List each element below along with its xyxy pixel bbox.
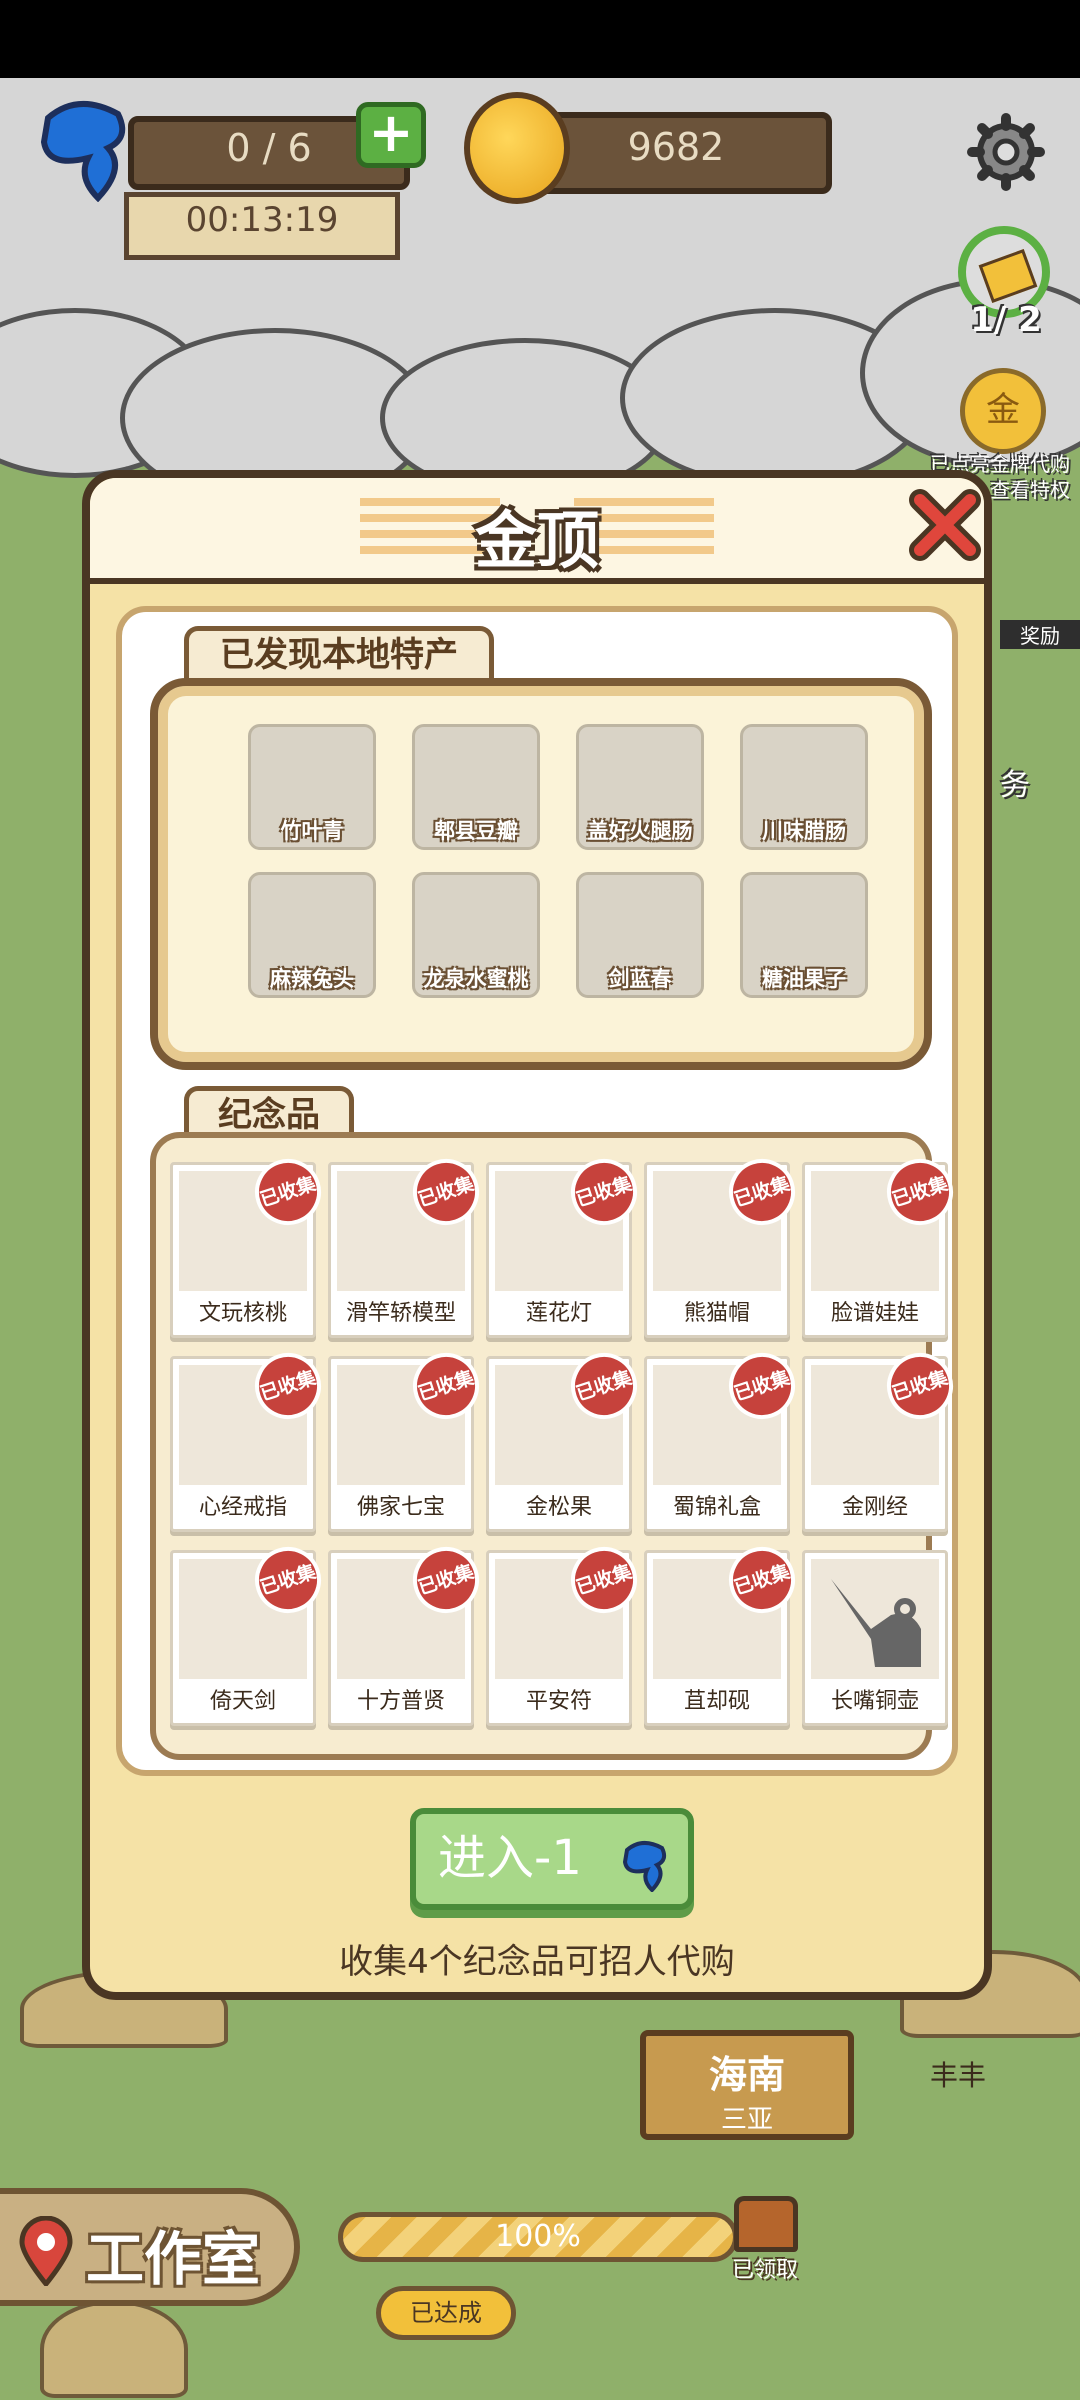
souvenir-card[interactable]: 心经戒指 已收集 [170, 1344, 330, 1532]
souvenir-label: 倚天剑 [209, 1689, 276, 1714]
sign-title: 海南 [708, 2053, 785, 2097]
souvenir-card[interactable]: 滑竿轿模型 已收集 [328, 1150, 488, 1338]
souvenir-card[interactable]: 十方普贤 已收集 [328, 1538, 488, 1726]
gold-badge-icon[interactable]: 金 [960, 368, 1046, 454]
souvenir-label: 文玩核桃 [198, 1301, 287, 1326]
souvenir-label: 十方普贤 [356, 1689, 445, 1714]
add-energy-button[interactable]: + [356, 102, 426, 168]
souvenir-label: 平安符 [525, 1689, 592, 1714]
specialty-label: 糖油果子 [762, 967, 846, 991]
souvenir-label: 滑竿轿模型 [345, 1301, 456, 1326]
sign-subtitle: 三亚 [720, 2105, 773, 2135]
gold-banner-sub: 查看特权 [990, 478, 1070, 502]
place-label: 丰丰 [930, 2059, 987, 2092]
souvenir-card[interactable]: 脸谱娃娃 已收集 [802, 1150, 962, 1338]
achieved-badge: 已达成 [376, 2286, 516, 2340]
achieved-label: 已达成 [410, 2299, 482, 2327]
specialty-item[interactable]: 川味腊肠 [740, 724, 868, 850]
specialty-item[interactable]: 郫县豆瓣 [412, 724, 540, 850]
specialty-item[interactable]: 麻辣兔头 [248, 872, 376, 998]
energy-icon [38, 98, 130, 203]
souvenir-card[interactable]: 蜀锦礼盒 已收集 [644, 1344, 804, 1532]
settings-gear-icon[interactable] [966, 112, 1046, 192]
gold-badge-label: 金 [986, 390, 1020, 430]
ticket-icon [978, 248, 1038, 304]
souvenir-card[interactable]: 佛家七宝 已收集 [328, 1344, 488, 1532]
energy-icon [622, 1832, 668, 1920]
destination-sign[interactable]: 海南 三亚 [640, 2030, 854, 2140]
ticket-count: 1/ 2 [970, 300, 1042, 340]
souvenir-label: 长嘴铜壶 [830, 1689, 919, 1714]
souvenir-card[interactable]: 平安符 已收集 [486, 1538, 646, 1726]
progress-bar: 100% [338, 2212, 738, 2262]
souvenir-label: 苴却砚 [683, 1689, 750, 1714]
souvenir-label: 蜀锦礼盒 [672, 1495, 761, 1520]
timer: 00:13:19 [124, 192, 400, 260]
specialty-label: 盖好火腿肠 [587, 819, 693, 843]
dialog-header: 金顶 [90, 478, 984, 584]
specialty-label: 郫县豆瓣 [434, 819, 518, 843]
coin-icon [464, 92, 570, 204]
claimed-label: 已领取 [732, 2258, 799, 2283]
reward-tag[interactable]: 奖励 [1000, 620, 1080, 649]
location-dialog: 金顶 已发现本地特产 竹叶青 郫县豆瓣 盖好火腿肠 川味腊肠 麻辣兔头 龙泉水蜜… [82, 470, 992, 2000]
specialty-label: 川味腊肠 [762, 819, 846, 843]
location-pin-icon [18, 2215, 74, 2290]
specialty-section-label: 已发现本地特产 [184, 626, 494, 679]
hint-text: 收集4个纪念品可招人代购 [339, 1942, 735, 1982]
plus-icon: + [368, 101, 414, 164]
content-panel: 已发现本地特产 竹叶青 郫县豆瓣 盖好火腿肠 川味腊肠 麻辣兔头 龙泉水蜜桃 剑… [116, 606, 962, 1776]
souvenir-card-locked[interactable]: 长嘴铜壶 [802, 1550, 948, 1726]
souvenir-card[interactable]: 文玩核桃 已收集 [170, 1150, 330, 1338]
souvenir-card[interactable]: 苴却砚 已收集 [644, 1538, 804, 1726]
souvenir-label: 金刚经 [841, 1495, 908, 1520]
specialty-label: 竹叶青 [280, 819, 344, 843]
souvenir-label: 莲花灯 [525, 1301, 592, 1326]
souvenir-card[interactable]: 金松果 已收集 [486, 1344, 646, 1532]
enter-button[interactable]: 进入-1 [410, 1808, 694, 1910]
souvenir-card[interactable]: 倚天剑 已收集 [170, 1538, 330, 1726]
map-area[interactable] [0, 1950, 1080, 2400]
treasure-chest-icon[interactable] [734, 2196, 798, 2252]
energy-value: 0 / 6 [226, 126, 312, 170]
task-tag[interactable]: 务 [1000, 760, 1060, 804]
enter-button-label: 进入-1 [438, 1830, 582, 1886]
souvenir-card[interactable]: 莲花灯 已收集 [486, 1150, 646, 1338]
specialty-label: 剑蓝春 [608, 967, 672, 991]
studio-button-label: 工作室 [86, 2225, 261, 2293]
souvenir-card[interactable]: 金刚经 已收集 [802, 1344, 962, 1532]
specialty-item[interactable]: 糖油果子 [740, 872, 868, 998]
specialty-label: 龙泉水蜜桃 [423, 967, 529, 991]
souvenir-label: 佛家七宝 [356, 1495, 445, 1520]
specialty-item[interactable]: 龙泉水蜜桃 [412, 872, 540, 998]
teapot-silhouette-icon [811, 1559, 939, 1679]
specialty-item[interactable]: 剑蓝春 [576, 872, 704, 998]
specialty-label: 麻辣兔头 [270, 967, 354, 991]
status-bar [0, 0, 1080, 78]
specialty-grid: 竹叶青 郫县豆瓣 盖好火腿肠 川味腊肠 麻辣兔头 龙泉水蜜桃 剑蓝春 糖油果子 [150, 678, 932, 1070]
souvenir-grid: 文玩核桃 已收集 滑竿轿模型 已收集 莲花灯 已收集 熊猫帽 已收集 脸谱娃娃 已收集 心… [150, 1132, 962, 1760]
specialty-item[interactable]: 竹叶青 [248, 724, 376, 850]
coin-value: 9682 [627, 125, 725, 169]
dialog-title: 金顶 [474, 504, 599, 577]
progress-text: 100% [495, 2219, 581, 2254]
souvenir-label: 熊猫帽 [683, 1301, 750, 1326]
timer-value: 00:13:19 [185, 200, 339, 240]
souvenir-label: 心经戒指 [198, 1495, 287, 1520]
souvenir-label: 金松果 [525, 1495, 592, 1520]
close-icon[interactable] [906, 486, 984, 564]
souvenir-card[interactable]: 熊猫帽 已收集 [644, 1150, 804, 1338]
souvenir-label: 脸谱娃娃 [830, 1301, 919, 1326]
studio-button[interactable]: 工作室 [0, 2188, 300, 2306]
specialty-item[interactable]: 盖好火腿肠 [576, 724, 704, 850]
